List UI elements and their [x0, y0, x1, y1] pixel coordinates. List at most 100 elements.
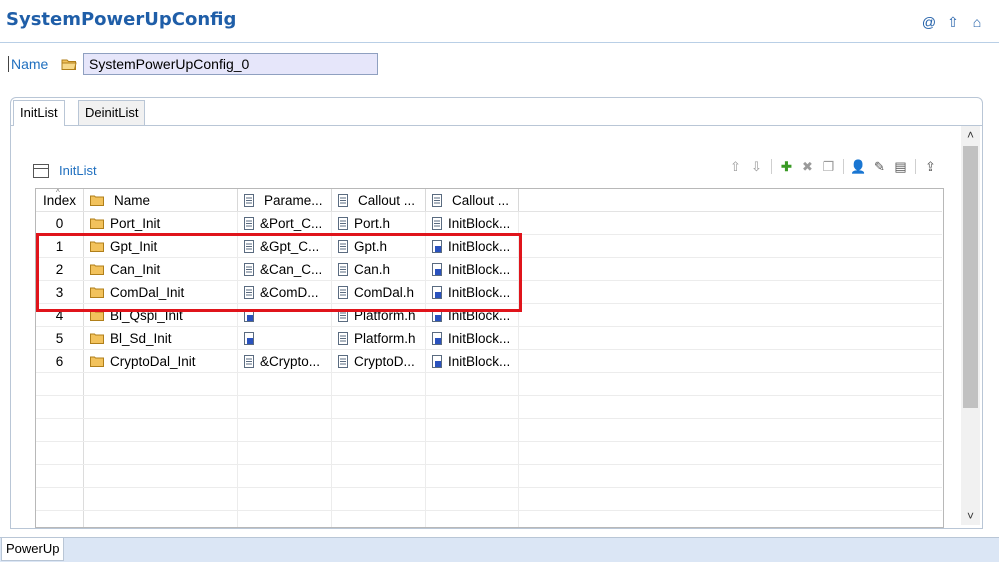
- cell-callout-function[interactable]: InitBlock...: [425, 234, 519, 258]
- edit-icon[interactable]: ✎: [871, 158, 888, 175]
- cell-parameter[interactable]: [237, 326, 332, 350]
- tabs-frame: InitList DeinitList InitList ⇧ ⇩ ✚ ✖ ❐ 👤…: [10, 97, 983, 529]
- folder-icon: [90, 264, 104, 275]
- delete-icon[interactable]: ✖: [799, 158, 816, 175]
- cell-name[interactable]: Bl_Sd_Init: [83, 326, 238, 350]
- name-row: Name: [8, 52, 378, 76]
- cell-callout-function-text: InitBlock...: [448, 307, 511, 323]
- table-row[interactable]: 5 Bl_Sd_Init Platform.h InitBlock...: [36, 326, 942, 350]
- cell-callout-function[interactable]: InitBlock...: [425, 211, 519, 235]
- cell-callout-file[interactable]: Gpt.h: [331, 234, 426, 258]
- user-icon[interactable]: 👤: [850, 158, 867, 175]
- cell-callout-function[interactable]: InitBlock...: [425, 280, 519, 304]
- toolbar-separator: [915, 159, 916, 174]
- cell-callout-function[interactable]: InitBlock...: [425, 326, 519, 350]
- cell-name[interactable]: Port_Init: [83, 211, 238, 235]
- cell-parameter[interactable]: &Crypto...: [237, 349, 332, 373]
- cell-callout-function[interactable]: InitBlock...: [425, 349, 519, 373]
- properties-icon[interactable]: ▤: [892, 158, 909, 175]
- table-row[interactable]: 3 ComDal_Init &ComD... ComDal.h InitBlock...: [36, 280, 942, 304]
- cell-callout-function[interactable]: InitBlock...: [425, 257, 519, 281]
- cell-callout-file[interactable]: Port.h: [331, 211, 426, 235]
- cell-callout-file[interactable]: Can.h: [331, 257, 426, 281]
- table-row[interactable]: 0 Port_Init &Port_C... Port.h InitBlock...: [36, 211, 942, 235]
- link-document-icon: [244, 308, 254, 322]
- copy-icon[interactable]: ❐: [820, 158, 837, 175]
- cell-parameter[interactable]: [237, 303, 332, 327]
- folder-icon: [90, 241, 104, 252]
- column-header-callout-function[interactable]: Callout ...: [425, 189, 519, 212]
- empty-row: [36, 441, 942, 465]
- link-document-icon: [432, 308, 442, 322]
- cell-parameter: [237, 510, 332, 527]
- home-icon[interactable]: ⌂: [969, 14, 985, 30]
- cell-name[interactable]: Gpt_Init: [83, 234, 238, 258]
- cell-index: 2: [36, 257, 84, 281]
- cell-callout-file: [331, 418, 426, 442]
- cell-name[interactable]: ComDal_Init: [83, 280, 238, 304]
- table-row[interactable]: 6 CryptoDal_Init &Crypto... CryptoD... InitB…: [36, 349, 942, 373]
- toolbar-separator: [771, 159, 772, 174]
- page-title: SystemPowerUpConfig: [6, 9, 237, 30]
- name-input[interactable]: [83, 53, 378, 75]
- cell-parameter[interactable]: &Can_C...: [237, 257, 332, 281]
- cell-callout-file[interactable]: CryptoD...: [331, 349, 426, 373]
- cell-callout-file[interactable]: Platform.h: [331, 326, 426, 350]
- empty-row: [36, 372, 942, 396]
- add-icon[interactable]: ✚: [778, 158, 795, 175]
- cell-index: 1: [36, 234, 84, 258]
- tab-strip: InitList DeinitList: [11, 98, 982, 126]
- scroll-up-icon[interactable]: ˄: [961, 126, 980, 144]
- arrow-up-icon[interactable]: ⇧: [945, 14, 961, 30]
- scroll-down-icon[interactable]: ˅: [961, 507, 980, 525]
- cell-name[interactable]: Bl_Qspi_Init: [83, 303, 238, 327]
- document-icon: [338, 354, 348, 368]
- column-header-filler: [518, 189, 942, 212]
- tab-powerup[interactable]: PowerUp: [1, 538, 65, 561]
- cell-filler: [518, 487, 942, 511]
- scroll-thumb[interactable]: [963, 146, 978, 408]
- cell-parameter[interactable]: &Gpt_C...: [237, 234, 332, 258]
- section-title: InitList: [33, 163, 97, 178]
- top-icons: @ ⇧ ⌂: [921, 14, 985, 31]
- toolbar-separator: [843, 159, 844, 174]
- move-up-icon[interactable]: ⇧: [727, 158, 744, 175]
- tab-initlist[interactable]: InitList: [13, 100, 65, 126]
- cell-callout-file[interactable]: Platform.h: [331, 303, 426, 327]
- title-bar: SystemPowerUpConfig @ ⇧ ⌂: [0, 0, 999, 43]
- column-header-parameter[interactable]: Parame...: [237, 189, 332, 212]
- cell-callout-file: [331, 510, 426, 527]
- table-row[interactable]: 2 Can_Init &Can_C... Can.h InitBlock...: [36, 257, 942, 281]
- column-header-callout-file[interactable]: Callout ...: [331, 189, 426, 212]
- move-down-icon[interactable]: ⇩: [748, 158, 765, 175]
- tab-deinitlist[interactable]: DeinitList: [78, 100, 146, 125]
- cell-parameter-text: &Gpt_C...: [260, 238, 320, 254]
- column-header-index[interactable]: ^ Index: [36, 189, 84, 212]
- cell-callout-file[interactable]: ComDal.h: [331, 280, 426, 304]
- cell-callout-file: [331, 464, 426, 488]
- cell-callout-function-text: InitBlock...: [448, 330, 511, 346]
- name-label[interactable]: Name: [8, 56, 61, 72]
- document-icon: [338, 216, 348, 230]
- link-document-icon: [244, 331, 254, 345]
- cell-index: [36, 510, 84, 527]
- table-toolbar: ⇧ ⇩ ✚ ✖ ❐ 👤 ✎ ▤ ⇪: [727, 158, 939, 175]
- table-row[interactable]: 4 Bl_Qspi_Init Platform.h InitBlock...: [36, 303, 942, 327]
- cell-name: [83, 464, 238, 488]
- cell-callout-file: [331, 372, 426, 396]
- cell-name[interactable]: Can_Init: [83, 257, 238, 281]
- export-icon[interactable]: ⇪: [922, 158, 939, 175]
- folder-icon: [61, 59, 77, 70]
- cell-name[interactable]: CryptoDal_Init: [83, 349, 238, 373]
- document-icon: [244, 239, 254, 253]
- cell-index: 6: [36, 349, 84, 373]
- cell-callout-function: [425, 441, 519, 465]
- vertical-scrollbar[interactable]: ˄ ˅: [961, 126, 980, 525]
- at-icon[interactable]: @: [921, 14, 937, 30]
- cell-parameter[interactable]: &ComD...: [237, 280, 332, 304]
- cell-callout-function[interactable]: InitBlock...: [425, 303, 519, 327]
- table-row[interactable]: 1 Gpt_Init &Gpt_C... Gpt.h InitBlock...: [36, 234, 942, 258]
- cell-parameter-text: &Port_C...: [260, 215, 323, 231]
- column-header-name[interactable]: Name: [83, 189, 238, 212]
- cell-parameter[interactable]: &Port_C...: [237, 211, 332, 235]
